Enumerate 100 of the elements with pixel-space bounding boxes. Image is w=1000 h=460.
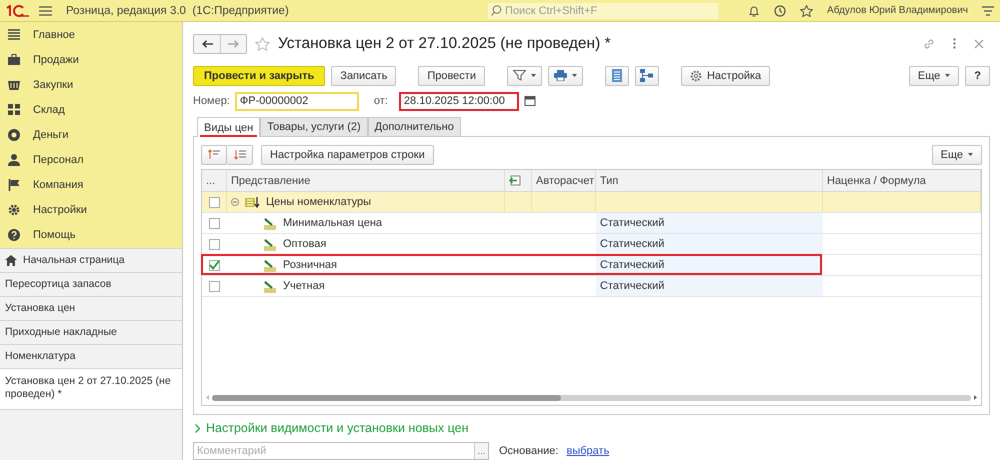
structure-button[interactable]	[634, 66, 659, 86]
print-dropdown-button[interactable]	[548, 66, 583, 86]
history-icon[interactable]	[774, 4, 786, 16]
basket-icon	[8, 79, 20, 90]
section-item[interactable]: Настройки	[0, 197, 182, 222]
scroll-left-icon[interactable]	[206, 395, 209, 400]
toolbar-button[interactable]: Провести	[418, 66, 485, 86]
grid-icon	[8, 104, 20, 115]
tab[interactable]: Товары, услуги (2)	[260, 117, 368, 136]
help-button[interactable]: ?	[965, 66, 990, 86]
checkbox[interactable]	[209, 218, 220, 229]
help-icon	[8, 228, 20, 240]
sort-up-icon	[208, 149, 220, 160]
star-icon[interactable]	[255, 36, 270, 51]
post-and-close-button[interactable]: Провести и закрыть	[193, 66, 326, 86]
number-field[interactable]: ФР-00000002	[234, 92, 359, 111]
settings-icon	[690, 70, 702, 82]
open-window-tab[interactable]: Установка цен	[0, 297, 182, 321]
checkbox[interactable]	[209, 280, 220, 292]
filter-icon	[512, 70, 526, 81]
caret-icon	[968, 153, 973, 156]
collapse-icon[interactable]	[231, 198, 239, 206]
toolbar-button[interactable]: Записать	[331, 66, 396, 86]
table-cell: Статический	[596, 234, 823, 254]
open-window-tab[interactable]: Начальная страница	[0, 248, 182, 273]
chevron-right-icon	[195, 424, 200, 433]
column-header[interactable]: Представление	[227, 170, 505, 192]
report-button[interactable]	[604, 66, 629, 86]
more-button[interactable]: Еще	[908, 66, 960, 86]
tab[interactable]: Виды цен	[197, 117, 260, 138]
calendar-icon[interactable]	[524, 95, 536, 108]
scrollbar-thumb[interactable]	[212, 394, 562, 401]
caret-icon	[530, 74, 536, 77]
horizontal-scrollbar[interactable]	[212, 394, 971, 401]
settings-button[interactable]: Настройка	[680, 66, 770, 86]
link-icon[interactable]	[923, 38, 935, 50]
section-item[interactable]: Продажи	[0, 47, 182, 72]
price-tag-icon	[263, 258, 277, 272]
column-header[interactable]: Авторасчет	[532, 170, 596, 192]
move-up-button[interactable]	[201, 144, 227, 165]
select-button[interactable]: ...	[474, 443, 488, 459]
date-field[interactable]: 28.10.2025 12:00:00	[398, 92, 519, 111]
table-cell: Статический	[596, 276, 823, 296]
column-header[interactable]: Тип	[596, 170, 823, 192]
close-icon[interactable]	[974, 38, 984, 49]
coin-icon	[8, 128, 20, 140]
caret-icon	[572, 74, 577, 77]
group-name: Цены номенклатуры	[266, 196, 372, 208]
menu-icon[interactable]	[982, 6, 994, 16]
basis-label: Основание:	[499, 445, 558, 457]
menu-icon	[8, 29, 20, 40]
section-item[interactable]: Помощь	[0, 222, 182, 247]
open-window-tab[interactable]: Пересортица запасов	[0, 273, 182, 297]
scroll-right-icon[interactable]	[974, 395, 977, 400]
section-item[interactable]: Компания	[0, 172, 182, 197]
column-header[interactable]: ...	[202, 170, 227, 192]
checkbox[interactable]	[209, 260, 220, 271]
more-button[interactable]: Еще	[932, 144, 982, 165]
flag-icon	[8, 178, 20, 190]
checkbox[interactable]	[209, 238, 220, 250]
section-item[interactable]: Главное	[0, 22, 182, 47]
price-tag-icon	[263, 216, 277, 230]
star-icon[interactable]	[800, 4, 814, 16]
price-list-icon	[245, 196, 260, 209]
forward-arrow-icon	[228, 40, 239, 48]
open-window-tab[interactable]: Приходные накладные	[0, 321, 182, 345]
user-name[interactable]: Абдулов Юрий Владимирович	[827, 5, 968, 16]
sort-down-icon	[234, 149, 246, 160]
insert-arrow-icon[interactable]	[509, 175, 521, 186]
column-header[interactable]: Наценка / Формула	[823, 170, 981, 192]
document-icon	[612, 69, 622, 82]
filter-dropdown-button[interactable]	[506, 66, 542, 86]
section-item[interactable]: Деньги	[0, 122, 182, 147]
back-arrow-icon	[202, 40, 212, 48]
hierarchy-icon	[640, 69, 654, 82]
open-window-tab[interactable]: Установка цен 2 от 27.10.2025 (не проведен) *	[0, 369, 182, 410]
logo-icon	[5, 4, 29, 16]
row-settings-button[interactable]: Настройка параметров строки	[261, 144, 434, 165]
gear-icon	[8, 204, 20, 216]
select-link[interactable]: выбрать	[566, 445, 610, 457]
tab[interactable]: Дополнительно	[368, 117, 461, 136]
app-title: Розница, редакция 3.0 (1С:Предприятие)	[66, 4, 289, 16]
section-item[interactable]: Склад	[0, 97, 182, 122]
price-type-name: Розничная	[283, 259, 337, 272]
checkbox[interactable]	[209, 196, 220, 208]
document-title: Установка цен 2 от 27.10.2025 (не проведен) *	[278, 34, 611, 53]
bell-icon[interactable]	[748, 4, 760, 16]
section-item[interactable]: Закупки	[0, 72, 182, 97]
more-icon[interactable]	[953, 38, 956, 50]
price-type-name: Оптовая	[283, 238, 326, 250]
field-label: от:	[374, 95, 388, 108]
move-down-button[interactable]	[227, 144, 253, 165]
menu-icon[interactable]	[39, 6, 52, 16]
section-item[interactable]: Персонал	[0, 147, 182, 172]
table-cell: Статический	[596, 213, 823, 234]
printer-icon	[554, 70, 567, 81]
person-icon	[8, 154, 20, 166]
comment-field[interactable]: Комментарий ...	[193, 442, 489, 460]
price-tag-icon	[263, 280, 277, 293]
settings-group-link[interactable]: Настройки видимости и установки новых цен	[193, 414, 990, 442]
